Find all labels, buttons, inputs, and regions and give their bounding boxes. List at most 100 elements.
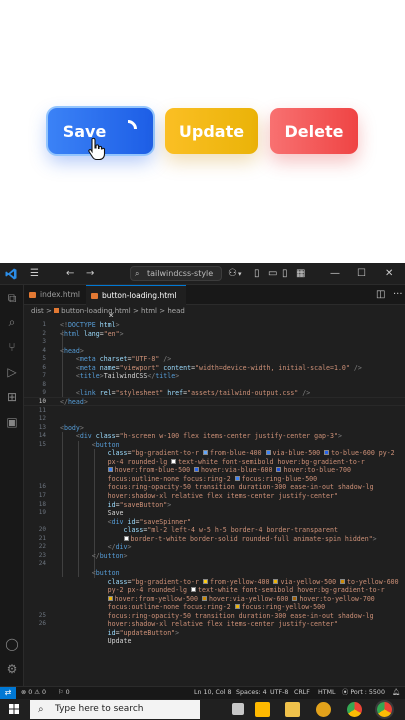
color-swatch bbox=[191, 587, 196, 593]
code-line: class="bg-gradient-to-r from-blue-400 vi… bbox=[108, 449, 395, 457]
layout-sidebar-icon[interactable]: ▯ bbox=[254, 266, 260, 282]
file-explorer-icon[interactable] bbox=[285, 702, 300, 717]
split-editor-icon[interactable]: ◫ bbox=[376, 287, 385, 303]
tab-index-html[interactable]: index.html bbox=[24, 285, 86, 305]
tab-button-loading-html[interactable]: button-loading.html ✕ bbox=[86, 285, 186, 320]
minimize-icon[interactable]: — bbox=[330, 266, 340, 282]
code-token: focus:ring-yellow-500 bbox=[241, 603, 326, 612]
code-line: hover:shadow-xl relative flex items-cent… bbox=[108, 620, 338, 628]
code-line: border-t-white border-solid rounded-full… bbox=[123, 534, 377, 543]
notifications-bell-icon[interactable]: 🔔︎ bbox=[392, 687, 400, 699]
color-swatch bbox=[201, 595, 207, 601]
breadcrumb-node-html[interactable]: html bbox=[141, 307, 157, 315]
run-debug-icon[interactable]: ▷ bbox=[5, 365, 19, 379]
status-bar: ⇄ ⊗ 0 ⚠ 0 ⚐ 0 Ln 10, Col 8 Spaces: 4 UTF… bbox=[0, 686, 405, 699]
cursor-position[interactable]: Ln 10, Col 8 bbox=[194, 687, 232, 699]
layout-secondary-icon[interactable]: ▯ bbox=[282, 266, 288, 282]
breadcrumb-node-head[interactable]: head bbox=[167, 307, 184, 315]
line-number: 5 bbox=[42, 355, 46, 363]
info-status[interactable]: ⚐ 0 bbox=[58, 687, 70, 699]
code-token: > bbox=[372, 534, 377, 543]
code-token: div bbox=[111, 517, 124, 526]
code-token: "saveButton" bbox=[119, 500, 168, 509]
app-icon[interactable] bbox=[316, 702, 331, 717]
search-icon: ⌕ bbox=[135, 269, 140, 278]
extensions-icon[interactable]: ⊞ bbox=[5, 390, 19, 404]
explorer-icon[interactable]: ⧉ bbox=[5, 291, 19, 305]
code-token: title bbox=[155, 372, 176, 381]
code-token: title bbox=[79, 372, 100, 381]
chrome-icon[interactable] bbox=[347, 702, 362, 717]
close-icon[interactable]: ✕ bbox=[385, 266, 393, 282]
source-control-icon[interactable]: ⑂ bbox=[5, 340, 19, 354]
windows-start-icon[interactable] bbox=[9, 704, 19, 714]
customize-layout-icon[interactable]: ▦ bbox=[296, 266, 305, 282]
code-editor[interactable]: 1 <!DOCTYPE html> 2 <html lang="en"> 3 4 <head… bbox=[24, 317, 405, 686]
code-token: "viewport" bbox=[119, 363, 160, 372]
info-count: 0 bbox=[65, 689, 70, 696]
forward-arrow-icon[interactable]: → bbox=[86, 266, 94, 282]
code-token: > bbox=[79, 423, 84, 432]
code-line: hover:shadow-xl relative flex items-cent… bbox=[108, 492, 338, 500]
task-view-icon[interactable] bbox=[232, 703, 244, 715]
encoding[interactable]: UTF-8 bbox=[270, 687, 288, 699]
menu-icon[interactable]: ☰ bbox=[30, 266, 39, 282]
code-token: > bbox=[175, 628, 180, 637]
code-line: class="ml-2 left-4 w-5 h-5 border-4 bord… bbox=[124, 526, 338, 534]
code-token: content bbox=[159, 363, 192, 372]
remote-explorer-icon[interactable]: ▣ bbox=[5, 415, 19, 429]
settings-gear-icon[interactable]: ⚙ bbox=[5, 662, 19, 676]
code-token: class bbox=[107, 577, 128, 586]
editor-tab-bar: index.html button-loading.html ✕ ◫ ··· bbox=[24, 285, 405, 320]
remote-indicator-icon[interactable]: ⇄ bbox=[0, 687, 16, 699]
live-server-port[interactable]: ⦿ Port : 5500 bbox=[342, 687, 385, 699]
code-token: "UTF-8" bbox=[131, 355, 160, 364]
code-token: focus:ring-opacity-50 transition duratio… bbox=[107, 483, 374, 492]
code-token: "bg-gradient-to-r bbox=[131, 449, 203, 458]
maximize-icon[interactable]: ☐ bbox=[357, 266, 366, 282]
line-ending[interactable]: CRLF bbox=[294, 687, 310, 699]
chrome-active-icon[interactable] bbox=[377, 702, 392, 717]
indentation[interactable]: Spaces: 4 bbox=[236, 687, 267, 699]
command-center-search[interactable]: ⌕ tailwindcss-style bbox=[130, 266, 222, 281]
delete-button[interactable]: Delete bbox=[270, 108, 358, 154]
account-icon[interactable]: ◯ bbox=[5, 637, 19, 651]
search-icon[interactable]: ⌕ bbox=[5, 315, 19, 329]
taskbar-search-box[interactable]: ⌕ Type here to search bbox=[30, 700, 200, 719]
code-token: /> bbox=[349, 363, 362, 372]
color-swatch bbox=[273, 578, 279, 584]
code-line: hover:from-yellow-500 hover:via-yellow-6… bbox=[107, 595, 375, 603]
sticky-notes-icon[interactable] bbox=[255, 702, 270, 717]
more-actions-icon[interactable]: ··· bbox=[393, 287, 403, 303]
breadcrumb-folder[interactable]: dist bbox=[31, 307, 44, 315]
problems-status[interactable]: ⊗ 0 ⚠ 0 bbox=[21, 687, 46, 699]
line-number: 25 bbox=[38, 611, 46, 619]
code-token: hover:to-blue-700 bbox=[283, 466, 351, 475]
code-line: </head> bbox=[60, 398, 88, 406]
line-number: 20 bbox=[38, 526, 46, 534]
code-token: html bbox=[95, 321, 116, 329]
code-token: "ml-2 left-4 w-5 h-5 border-4 border-tra… bbox=[147, 526, 338, 535]
line-number: 4 bbox=[42, 346, 46, 354]
line-number: 21 bbox=[38, 534, 46, 542]
color-swatch bbox=[234, 475, 240, 481]
color-swatch bbox=[265, 450, 271, 456]
copilot-icon[interactable]: ⚇ bbox=[228, 266, 237, 282]
line-number: 11 bbox=[38, 406, 46, 414]
code-token: "bg-gradient-to-r bbox=[131, 577, 203, 586]
color-swatch bbox=[234, 604, 240, 610]
error-count: 0 bbox=[28, 689, 33, 696]
code-token: "h-screen w-100 flex items-center justif… bbox=[119, 432, 338, 441]
back-arrow-icon[interactable]: ← bbox=[66, 266, 74, 282]
code-token: "updateButton" bbox=[119, 628, 176, 637]
breadcrumb-separator: > bbox=[46, 307, 52, 315]
code-token: > bbox=[83, 397, 88, 406]
update-button[interactable]: Update bbox=[165, 108, 258, 154]
copilot-dropdown-icon[interactable]: ▾ bbox=[238, 266, 242, 282]
breadcrumb-file[interactable]: button-loading.html bbox=[61, 307, 131, 315]
line-number: 13 bbox=[38, 423, 46, 431]
layout-panel-icon[interactable]: ▭ bbox=[268, 266, 277, 282]
language-mode[interactable]: HTML bbox=[318, 687, 336, 699]
code-token: head bbox=[63, 346, 80, 355]
code-token: via-blue-500 bbox=[272, 449, 325, 458]
